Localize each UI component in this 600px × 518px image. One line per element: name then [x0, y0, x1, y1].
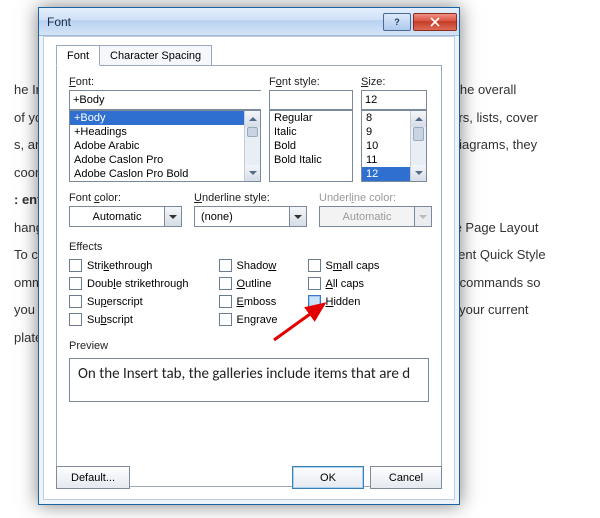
- dialog-body: Font Character Spacing Font: +Body +Head…: [43, 36, 455, 500]
- svg-text:?: ?: [394, 17, 400, 27]
- checkbox-superscript[interactable]: Superscript: [69, 295, 189, 308]
- checkbox-all-caps[interactable]: All caps: [308, 277, 380, 290]
- font-style-input[interactable]: [269, 90, 353, 110]
- checkbox-double-strikethrough[interactable]: Double strikethrough: [69, 277, 189, 290]
- checkbox-shadow[interactable]: Shadow: [219, 259, 278, 272]
- close-button[interactable]: [413, 13, 457, 31]
- list-item[interactable]: Regular: [270, 111, 352, 125]
- list-item[interactable]: +Body: [70, 111, 260, 125]
- titlebar[interactable]: Font ?: [39, 8, 459, 36]
- font-style-listbox[interactable]: Regular Italic Bold Bold Italic: [269, 110, 353, 182]
- underline-color-dropdown: Automatic: [319, 206, 432, 227]
- label-effects: Effects: [69, 241, 102, 253]
- tab-font[interactable]: Font: [56, 45, 100, 66]
- label-size: Size:: [361, 76, 427, 88]
- list-item[interactable]: Bold: [270, 139, 352, 153]
- checkbox-hidden[interactable]: Hidden: [308, 295, 380, 308]
- size-input[interactable]: [361, 90, 427, 110]
- font-color-dropdown[interactable]: Automatic: [69, 206, 182, 227]
- font-listbox[interactable]: +Body +Headings Adobe Arabic Adobe Caslo…: [69, 110, 261, 182]
- font-dialog: Font ? Font Character Spacing Font: +Bod…: [38, 7, 460, 505]
- checkbox-small-caps[interactable]: Small caps: [308, 259, 380, 272]
- label-font: Font:: [69, 76, 261, 88]
- default-button[interactable]: Default...: [56, 466, 130, 489]
- size-listbox[interactable]: 8 9 10 11 12: [361, 110, 427, 182]
- label-underline-style: Underline style:: [194, 192, 307, 204]
- chevron-down-icon[interactable]: [165, 206, 182, 227]
- scrollbar[interactable]: [410, 111, 426, 181]
- ok-button[interactable]: OK: [292, 466, 364, 489]
- font-input[interactable]: [69, 90, 261, 110]
- label-preview: Preview: [69, 340, 108, 352]
- chevron-down-icon[interactable]: [290, 206, 307, 227]
- label-underline-color: Underline color:: [319, 192, 432, 204]
- label-font-color: Font color:: [69, 192, 182, 204]
- preview-box: On the Insert tab, the galleries include…: [69, 358, 429, 402]
- list-item[interactable]: Italic: [270, 125, 352, 139]
- list-item[interactable]: Adobe Caslon Pro Bold: [70, 167, 260, 181]
- dialog-title: Font: [47, 15, 381, 29]
- checkbox-engrave[interactable]: Engrave: [219, 313, 278, 326]
- checkbox-emboss[interactable]: Emboss: [219, 295, 278, 308]
- underline-style-dropdown[interactable]: (none): [194, 206, 307, 227]
- checkbox-outline[interactable]: Outline: [219, 277, 278, 290]
- list-item[interactable]: +Headings: [70, 125, 260, 139]
- tab-panel: Font: +Body +Headings Adobe Arabic Adobe…: [56, 65, 442, 487]
- chevron-down-icon: [415, 206, 432, 227]
- checkbox-strikethrough[interactable]: Strikethrough: [69, 259, 189, 272]
- list-item[interactable]: Bold Italic: [270, 153, 352, 167]
- checkbox-subscript[interactable]: Subscript: [69, 313, 189, 326]
- list-item[interactable]: Adobe Caslon Pro: [70, 153, 260, 167]
- tab-character-spacing[interactable]: Character Spacing: [99, 45, 212, 66]
- scrollbar[interactable]: [244, 111, 260, 181]
- help-button[interactable]: ?: [383, 13, 411, 31]
- list-item[interactable]: Adobe Arabic: [70, 139, 260, 153]
- label-font-style: Font style:: [269, 76, 353, 88]
- cancel-button[interactable]: Cancel: [370, 466, 442, 489]
